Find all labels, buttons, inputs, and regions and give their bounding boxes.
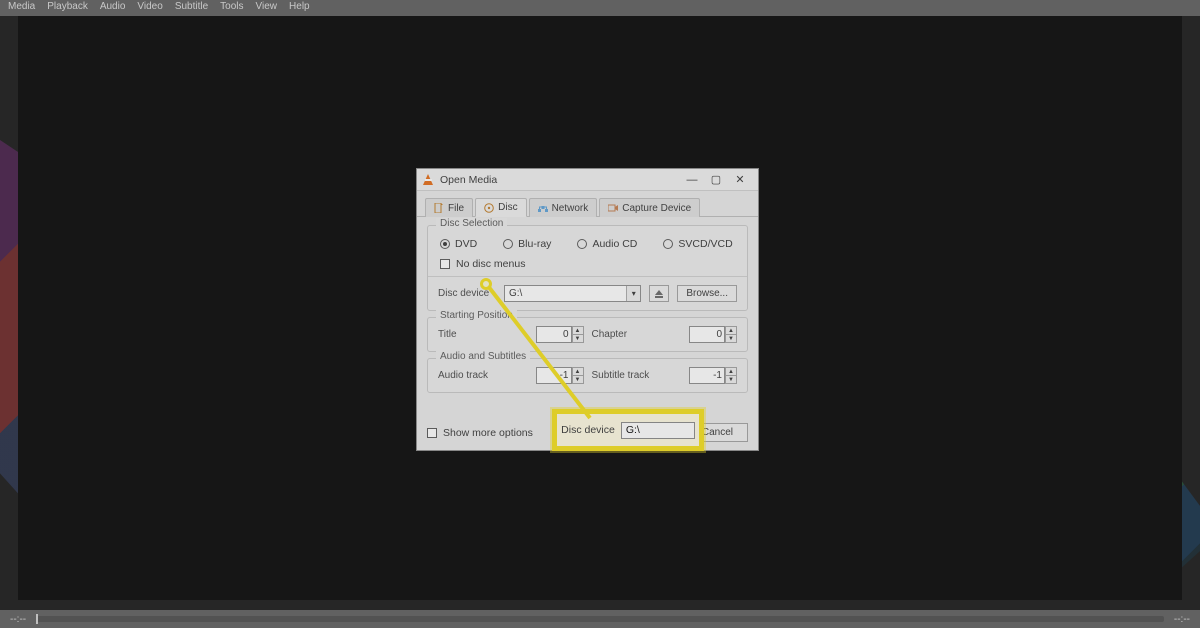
- minimize-button[interactable]: —: [680, 171, 704, 189]
- checkbox-show-more-options[interactable]: Show more options: [427, 427, 533, 439]
- radio-dvd[interactable]: DVD: [440, 238, 477, 250]
- tab-disc-label: Disc: [498, 202, 517, 213]
- checkbox-no-disc-menus[interactable]: No disc menus: [440, 258, 737, 270]
- file-icon: [434, 203, 444, 213]
- time-remaining: --:--: [1174, 614, 1190, 625]
- dialog-titlebar: Open Media — ▢ ✕: [417, 169, 758, 191]
- disc-device-combo[interactable]: G:\ ▾: [504, 285, 641, 302]
- menu-view[interactable]: View: [256, 1, 278, 15]
- time-elapsed: --:--: [10, 614, 26, 625]
- radio-audiocd[interactable]: Audio CD: [577, 238, 637, 250]
- chapter-spinner[interactable]: 0: [689, 326, 725, 343]
- menu-tools[interactable]: Tools: [220, 1, 243, 15]
- audio-step-down[interactable]: ▼: [572, 376, 584, 384]
- radio-dvd-label: DVD: [455, 238, 477, 250]
- chapter-value: 0: [716, 329, 722, 340]
- menu-audio[interactable]: Audio: [100, 1, 126, 15]
- checkbox-no-disc-menus-label: No disc menus: [456, 258, 525, 270]
- tab-disc[interactable]: Disc: [475, 198, 526, 217]
- group-disc-selection-legend: Disc Selection: [436, 218, 507, 229]
- browse-button[interactable]: Browse...: [677, 285, 737, 302]
- group-audio-subtitles-legend: Audio and Subtitles: [436, 351, 530, 362]
- seek-slider[interactable]: [36, 616, 1164, 622]
- disc-icon: [484, 203, 494, 213]
- main-menubar: Media Playback Audio Video Subtitle Tool…: [0, 0, 1200, 16]
- radio-svcd[interactable]: SVCD/VCD: [663, 238, 732, 250]
- subtitle-track-spinner[interactable]: -1: [689, 367, 725, 384]
- chevron-down-icon: ▾: [626, 286, 640, 301]
- highlight-marker: [480, 278, 492, 290]
- tab-network[interactable]: Network: [529, 198, 598, 217]
- callout-disc-device: Disc device G:\: [552, 409, 704, 451]
- chapter-step-up[interactable]: ▲: [725, 326, 737, 335]
- audio-step-up[interactable]: ▲: [572, 367, 584, 376]
- radio-bluray-label: Blu-ray: [518, 238, 551, 250]
- eject-button[interactable]: [649, 285, 669, 302]
- group-disc-selection: Disc Selection DVD Blu-ray Audio CD SVCD…: [427, 225, 748, 311]
- dialog-title: Open Media: [440, 174, 497, 186]
- capture-icon: [608, 203, 618, 213]
- subtitle-track-label: Subtitle track: [592, 370, 664, 381]
- tab-capture[interactable]: Capture Device: [599, 198, 700, 217]
- player-bottombar: --:-- --:--: [0, 610, 1200, 628]
- menu-video[interactable]: Video: [137, 1, 162, 15]
- audio-track-value: -1: [560, 370, 569, 381]
- title-step-up[interactable]: ▲: [572, 326, 584, 335]
- chapter-label: Chapter: [592, 329, 650, 340]
- radio-svcd-label: SVCD/VCD: [678, 238, 732, 250]
- callout-value: G:\: [626, 424, 640, 436]
- title-step-down[interactable]: ▼: [572, 335, 584, 343]
- network-icon: [538, 203, 548, 213]
- menu-media[interactable]: Media: [8, 1, 35, 15]
- close-button[interactable]: ✕: [728, 171, 752, 189]
- radio-audiocd-label: Audio CD: [592, 238, 637, 250]
- tab-pane-disc: Disc Selection DVD Blu-ray Audio CD SVCD…: [417, 217, 758, 417]
- eject-icon: [654, 289, 664, 299]
- subtitle-step-down[interactable]: ▼: [725, 376, 737, 384]
- maximize-button[interactable]: ▢: [704, 171, 728, 189]
- audio-track-spinner[interactable]: -1: [536, 367, 572, 384]
- browse-button-label: Browse...: [686, 288, 728, 299]
- tab-capture-label: Capture Device: [622, 203, 691, 214]
- group-audio-subtitles: Audio and Subtitles Audio track -1 ▲▼ Su…: [427, 358, 748, 393]
- menu-help[interactable]: Help: [289, 1, 310, 15]
- title-value: 0: [563, 329, 569, 340]
- title-label: Title: [438, 329, 486, 340]
- cancel-button-label: Cancel: [702, 427, 733, 438]
- menu-playback[interactable]: Playback: [47, 1, 88, 15]
- callout-value-box: G:\: [621, 422, 695, 439]
- callout-label: Disc device: [561, 424, 615, 436]
- tabs-row: File Disc Network Capture Device: [417, 191, 758, 217]
- group-starting-position-legend: Starting Position: [436, 310, 517, 321]
- menu-subtitle[interactable]: Subtitle: [175, 1, 208, 15]
- tab-file-label: File: [448, 203, 464, 214]
- tab-network-label: Network: [552, 203, 589, 214]
- subtitle-track-value: -1: [713, 370, 722, 381]
- chapter-step-down[interactable]: ▼: [725, 335, 737, 343]
- checkbox-show-more-options-label: Show more options: [443, 427, 533, 439]
- disc-device-value: G:\: [509, 288, 522, 299]
- vlc-cone-icon: [423, 174, 434, 185]
- tab-file[interactable]: File: [425, 198, 473, 217]
- group-starting-position: Starting Position Title 0 ▲▼ Chapter 0 ▲…: [427, 317, 748, 352]
- radio-bluray[interactable]: Blu-ray: [503, 238, 551, 250]
- subtitle-step-up[interactable]: ▲: [725, 367, 737, 376]
- audio-track-label: Audio track: [438, 370, 500, 381]
- title-spinner[interactable]: 0: [536, 326, 572, 343]
